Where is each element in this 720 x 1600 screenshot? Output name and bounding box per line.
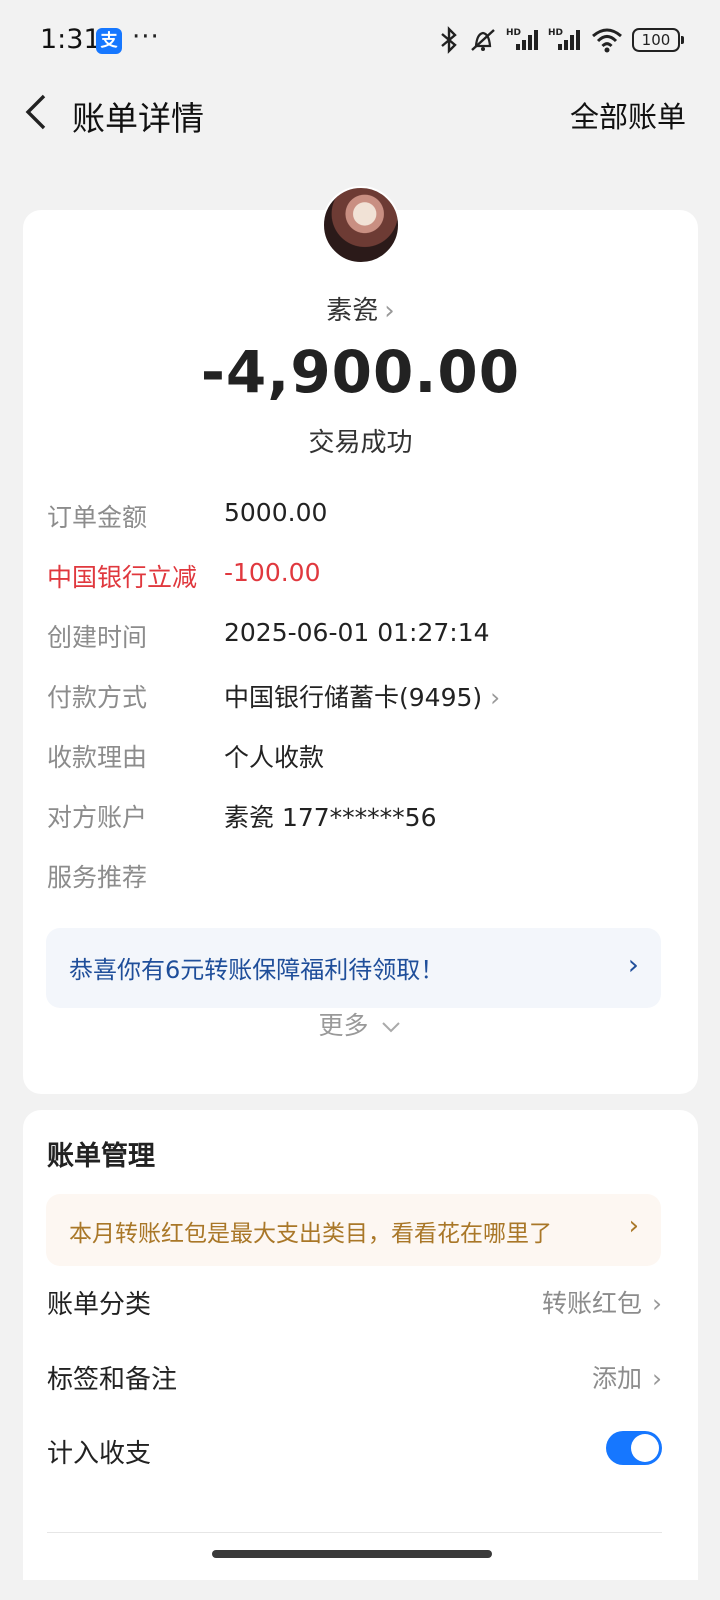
mute-icon	[468, 26, 498, 54]
hd-signal-icon: HD	[506, 26, 540, 54]
status-icons: HD HD 100	[438, 26, 684, 54]
page-title: 账单详情	[72, 99, 204, 138]
alipay-app-icon: 支	[96, 28, 122, 54]
status-time: 1:31	[40, 24, 101, 55]
chevron-right-icon: ›	[652, 1289, 662, 1318]
include-in-budget-toggle[interactable]	[606, 1431, 662, 1465]
tags-notes-row[interactable]: 标签和备注 添加 ›	[47, 1359, 662, 1399]
wifi-icon	[590, 26, 624, 54]
row-label: 标签和备注	[47, 1365, 178, 1395]
detail-value: 素瓷 177******56	[224, 803, 437, 832]
promo-text: 恭喜你有6元转账保障福利待领取！	[69, 956, 445, 984]
payee-name: 素瓷	[326, 296, 379, 326]
bill-category-row[interactable]: 账单分类 转账红包 ›	[47, 1284, 662, 1324]
detail-label: 收款理由	[47, 743, 148, 772]
svg-text:HD: HD	[506, 28, 521, 38]
detail-value: 中国银行储蓄卡(9495)	[224, 683, 483, 712]
home-indicator[interactable]	[212, 1550, 492, 1558]
promo-text: 本月转账红包是最大支出类目，看看花在哪里了	[69, 1221, 552, 1247]
detail-row-payment-method[interactable]: 付款方式 中国银行储蓄卡(9495) ›	[47, 678, 667, 714]
detail-value: 5000.00	[224, 498, 328, 527]
detail-label: 创建时间	[47, 623, 148, 652]
transfer-protection-promo[interactable]: 恭喜你有6元转账保障福利待领取！ ›	[46, 928, 661, 1008]
more-label: 更多	[318, 1011, 369, 1040]
row-value: 添加	[591, 1364, 642, 1393]
row-label: 账单分类	[47, 1290, 152, 1320]
status-bar: 1:31 支 ··· HD HD 100	[0, 0, 720, 84]
payment-method-value: 中国银行储蓄卡(9495) ›	[224, 678, 500, 714]
chevron-right-icon: ›	[628, 1211, 639, 1241]
spending-insight-promo[interactable]: 本月转账红包是最大支出类目，看看花在哪里了 ›	[46, 1194, 661, 1266]
include-in-budget-row: 计入收支	[47, 1431, 662, 1473]
transaction-status: 交易成功	[308, 428, 413, 458]
divider	[47, 1532, 662, 1533]
detail-label: 中国银行立减	[47, 563, 198, 592]
more-button[interactable]: 更多	[23, 1006, 698, 1042]
detail-value: -100.00	[224, 558, 321, 587]
battery-icon: 100	[632, 28, 684, 52]
chevron-down-icon	[382, 1022, 401, 1033]
section-title: 账单管理	[47, 1141, 155, 1172]
header: 账单详情 全部账单	[0, 84, 720, 144]
payee-link[interactable]: 素瓷 ›	[23, 290, 698, 327]
chevron-right-icon: ›	[384, 296, 395, 326]
detail-label: 订单金额	[47, 503, 148, 532]
detail-label: 对方账户	[47, 803, 148, 832]
row-value-wrap: 转账红包 ›	[542, 1284, 662, 1320]
detail-value: 2025-06-01 01:27:14	[224, 618, 490, 647]
detail-value: 个人收款	[224, 743, 325, 772]
chevron-right-icon: ›	[627, 948, 639, 981]
transaction-card: 素瓷 › -4,900.00 交易成功 订单金额 5000.00 中国银行立减 -…	[23, 186, 698, 1094]
transaction-amount: -4,900.00	[200, 338, 521, 406]
bluetooth-icon	[438, 26, 460, 54]
more-notifications-icon: ···	[132, 22, 160, 52]
row-value: 转账红包	[541, 1289, 642, 1318]
detail-label: 服务推荐	[47, 863, 148, 892]
chevron-left-icon	[25, 94, 46, 130]
bill-management-card: 账单管理 本月转账红包是最大支出类目，看看花在哪里了 › 账单分类 转账红包 › …	[23, 1110, 698, 1580]
row-value-wrap: 添加 ›	[592, 1359, 662, 1395]
chevron-right-icon: ›	[490, 683, 501, 712]
row-label: 计入收支	[47, 1439, 152, 1469]
detail-label: 付款方式	[47, 683, 148, 712]
avatar[interactable]	[322, 186, 400, 264]
back-button[interactable]	[20, 90, 60, 138]
svg-text:HD: HD	[548, 28, 563, 38]
all-bills-link[interactable]: 全部账单	[570, 94, 686, 136]
toggle-knob	[631, 1434, 659, 1462]
hd-signal-icon: HD	[548, 26, 582, 54]
chevron-right-icon: ›	[652, 1364, 662, 1393]
